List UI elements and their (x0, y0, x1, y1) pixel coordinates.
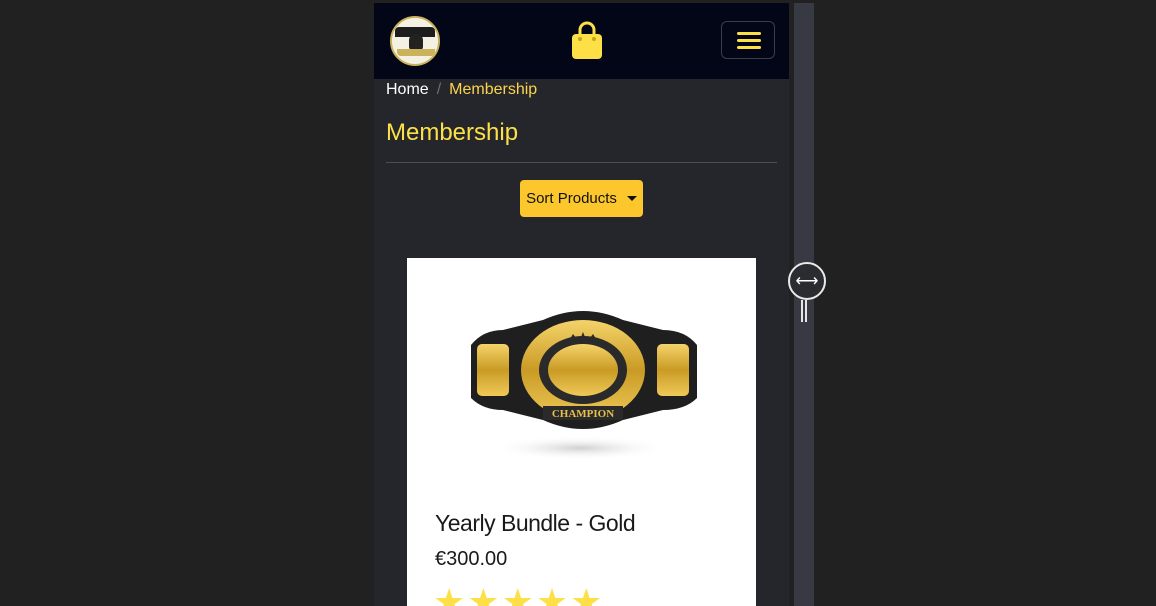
mobile-viewport: Home / Membership Membership Sort Products (374, 3, 789, 606)
star-icon: ★ (570, 581, 605, 606)
product-price: €300.00 (435, 548, 508, 570)
sort-products-button[interactable]: Sort Products (520, 180, 643, 217)
hamburger-menu-icon[interactable] (721, 21, 775, 59)
star-icon: ★ (467, 581, 502, 606)
chevron-down-icon (626, 196, 637, 201)
breadcrumb: Home / Membership (386, 81, 537, 99)
navbar (374, 3, 789, 79)
resize-handle-icon[interactable]: ⟷ (788, 262, 826, 300)
star-icon: ★ (535, 581, 571, 606)
breadcrumb-separator: / (436, 81, 442, 98)
star-icon: ★ (433, 581, 468, 606)
page-title: Membership (386, 119, 519, 146)
star-icon: ★ (501, 581, 536, 606)
shopping-bag-icon[interactable] (569, 21, 605, 61)
breadcrumb-home-link[interactable]: Home (386, 81, 429, 98)
svg-text:CHAMPION: CHAMPION (552, 408, 614, 420)
breadcrumb-current: Membership (449, 81, 538, 98)
sort-products-label: Sort Products (526, 190, 617, 207)
drag-grip[interactable] (801, 300, 807, 322)
champion-belt-image: CHAMPION (463, 300, 703, 465)
club-logo[interactable] (390, 16, 440, 66)
product-name[interactable]: Yearly Bundle - Gold (435, 510, 636, 537)
rating-stars: ★★★★★ (433, 584, 604, 606)
product-card[interactable]: CHAMPION Yearly Bundle - Gold €300.00 ★★… (407, 258, 756, 606)
divider (386, 162, 777, 163)
